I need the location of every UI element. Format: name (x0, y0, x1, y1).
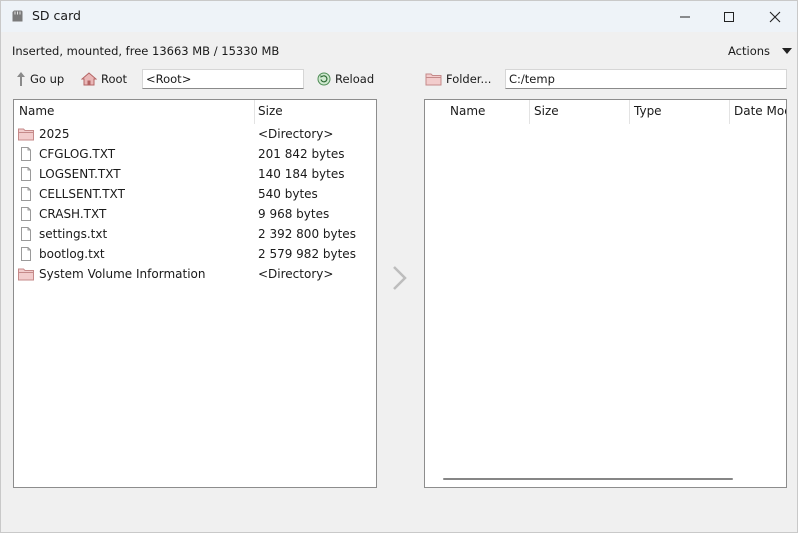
list-header: Name Size (14, 100, 376, 124)
maximize-button[interactable] (706, 1, 752, 32)
file-icon (21, 187, 31, 201)
file-size: <Directory> (258, 267, 334, 281)
file-size: 540 bytes (258, 187, 318, 201)
table-row[interactable]: CFGLOG.TXT 201 842 bytes (14, 144, 376, 164)
reload-icon (317, 72, 331, 86)
go-up-label: Go up (30, 72, 65, 86)
go-up-button[interactable]: Go up (16, 70, 64, 88)
table-row[interactable]: CELLSENT.TXT 540 bytes (14, 184, 376, 204)
table-row[interactable]: bootlog.txt 2 579 982 bytes (14, 244, 376, 264)
file-size: 140 184 bytes (258, 167, 345, 181)
column-header-type[interactable]: Type (629, 100, 729, 124)
caret-down-icon (782, 48, 793, 54)
table-row[interactable]: CRASH.TXT 9 968 bytes (14, 204, 376, 224)
horizontal-scrollbar[interactable] (443, 478, 733, 480)
file-icon (21, 147, 31, 161)
file-name: CFGLOG.TXT (39, 147, 116, 161)
file-size: 201 842 bytes (258, 147, 345, 161)
folder-icon (18, 128, 34, 141)
reload-button[interactable]: Reload (317, 70, 374, 88)
folder-label: Folder... (446, 72, 492, 86)
local-path-input[interactable]: C:/temp (505, 69, 787, 89)
file-name: System Volume Information (39, 267, 206, 281)
actions-menu-button[interactable]: Actions (728, 44, 793, 58)
root-button[interactable]: Root (81, 70, 127, 88)
transfer-arrow-icon[interactable] (390, 265, 410, 291)
root-label: Root (101, 72, 128, 86)
file-icon (21, 247, 31, 261)
file-size: 2 579 982 bytes (258, 247, 356, 261)
file-name: 2025 (39, 127, 70, 141)
actions-label: Actions (728, 44, 771, 58)
file-icon (21, 167, 31, 181)
file-icon (21, 227, 31, 241)
window-title: SD card (32, 8, 81, 23)
sd-card-icon (12, 10, 23, 22)
file-name: LOGSENT.TXT (39, 167, 121, 181)
folder-icon (18, 268, 34, 281)
column-header-name[interactable]: Name (445, 100, 530, 124)
sd-path-input[interactable]: <Root> (142, 69, 304, 89)
file-name: CRASH.TXT (39, 207, 107, 221)
table-row[interactable]: settings.txt 2 392 800 bytes (14, 224, 376, 244)
reload-label: Reload (335, 72, 375, 86)
column-header-size[interactable]: Size (529, 100, 629, 124)
file-name: settings.txt (39, 227, 108, 241)
table-row[interactable]: LOGSENT.TXT 140 184 bytes (14, 164, 376, 184)
title-bar[interactable]: SD card (1, 1, 797, 32)
file-size: 2 392 800 bytes (258, 227, 356, 241)
folder-icon (425, 73, 442, 86)
file-name: CELLSENT.TXT (39, 187, 125, 201)
list-header: Name Size Type Date Mod (425, 100, 786, 124)
minimize-icon (680, 16, 690, 17)
column-header-name[interactable]: Name (14, 100, 254, 124)
minimize-button[interactable] (662, 1, 708, 32)
file-rows: 2025 <Directory> CFGLOG.TXT 201 842 bytes LO… (14, 124, 376, 284)
close-button[interactable] (752, 1, 798, 32)
sd-card-window: SD card Inserted, mounted, free 13663 MB… (0, 0, 798, 533)
arrow-up-icon (17, 72, 25, 86)
home-icon (81, 72, 97, 86)
file-icon (21, 207, 31, 221)
maximize-icon (724, 11, 734, 22)
file-size: <Directory> (258, 127, 334, 141)
card-status-text: Inserted, mounted, free 13663 MB / 15330… (12, 44, 280, 58)
local-file-list[interactable]: Name Size Type Date Mod (424, 99, 787, 488)
column-header-size[interactable]: Size (253, 100, 376, 124)
column-header-date-modified[interactable]: Date Mod (729, 100, 786, 124)
close-icon (769, 11, 781, 22)
select-folder-button[interactable]: Folder... (425, 70, 491, 88)
sd-file-list[interactable]: Name Size 2025 <Directory> CFGLOG.TXT 201 8… (13, 99, 377, 488)
file-size: 9 968 bytes (258, 207, 330, 221)
file-name: bootlog.txt (39, 247, 105, 261)
table-row[interactable]: 2025 <Directory> (14, 124, 376, 144)
table-row[interactable]: System Volume Information <Directory> (14, 264, 376, 284)
